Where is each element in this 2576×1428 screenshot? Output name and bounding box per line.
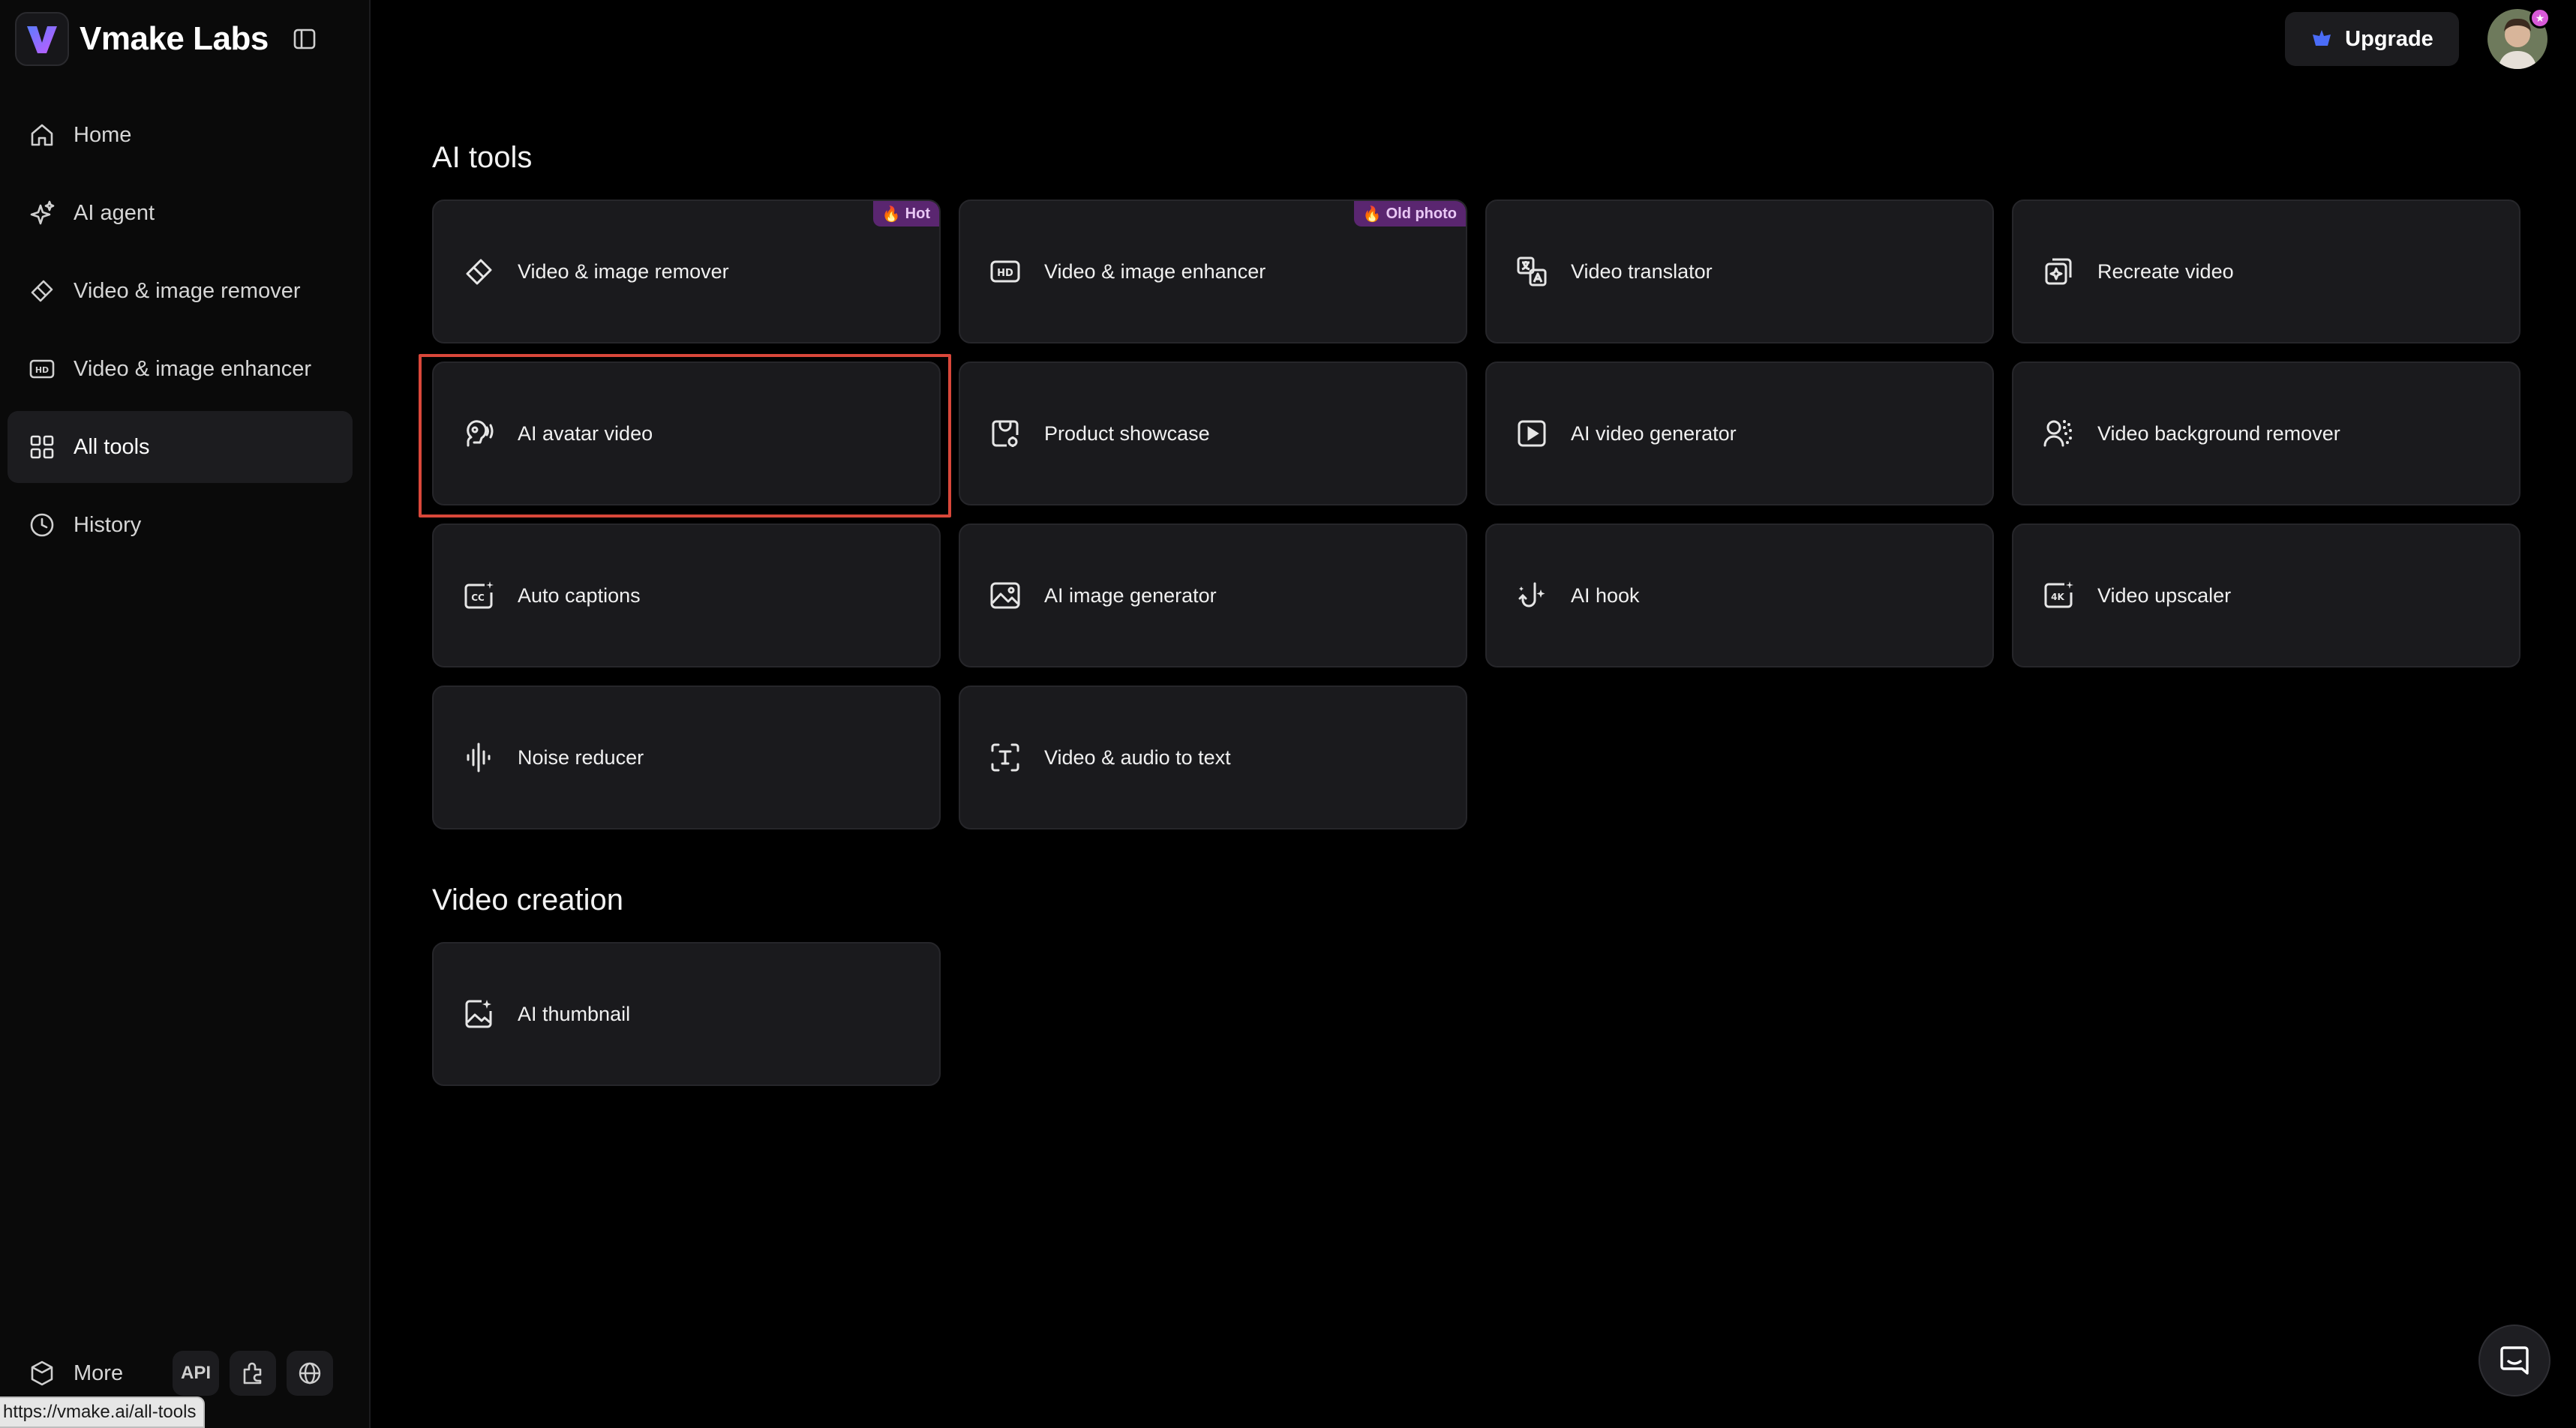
tool-label: Video & image enhancer <box>1044 260 1266 283</box>
tool-label: Video upscaler <box>2097 584 2232 607</box>
tool-label: Video & audio to text <box>1044 746 1231 769</box>
avatar-speak-icon <box>467 420 494 447</box>
tool-card-video-upscaler[interactable]: 4K Video upscaler <box>2012 524 2520 668</box>
svg-text:HD: HD <box>997 268 1013 279</box>
recreate-icon <box>2045 258 2072 285</box>
tool-card-noise-reducer[interactable]: Noise reducer <box>432 686 941 830</box>
sidebar-nav: Home AI agent Video & image remover HD V… <box>8 99 353 567</box>
eraser-icon <box>466 259 492 285</box>
tool-label: AI avatar video <box>518 422 653 445</box>
tool-label: Video translator <box>1571 260 1713 283</box>
language-button[interactable] <box>287 1351 333 1396</box>
upgrade-button[interactable]: Upgrade <box>2285 12 2459 66</box>
sidebar-item-label: Video & image remover <box>74 278 301 303</box>
fire-icon: 🔥 <box>881 206 901 223</box>
svg-text:CC: CC <box>471 592 485 603</box>
tool-card-recreate-video[interactable]: Recreate video <box>2012 200 2520 344</box>
sidebar-item-video-image-enhancer[interactable]: HD Video & image enhancer <box>8 333 353 405</box>
sidebar-item-label: History <box>74 512 142 537</box>
tool-card-video-background-remover[interactable]: Video background remover <box>2012 362 2520 506</box>
product-icon <box>992 420 1019 447</box>
image-icon <box>990 582 1020 609</box>
star-badge-icon: ★ <box>2529 8 2550 28</box>
sidebar-item-video-image-remover[interactable]: Video & image remover <box>8 255 353 327</box>
tool-card-ai-hook[interactable]: AI hook <box>1485 524 1994 668</box>
hd-icon: HD <box>990 260 1020 283</box>
hook-icon <box>1518 582 1545 608</box>
chat-support-button[interactable] <box>2478 1324 2550 1396</box>
hd-icon: HD <box>29 359 55 379</box>
brand-name: Vmake Labs <box>80 20 269 57</box>
play-icon <box>1518 420 1546 447</box>
grid-icon <box>30 435 54 459</box>
sparkle-icon <box>30 200 55 225</box>
sidebar-item-home[interactable]: Home <box>8 99 353 171</box>
sidebar-item-all-tools[interactable]: All tools <box>8 411 353 483</box>
text-scan-icon <box>991 743 1019 772</box>
tool-label: Noise reducer <box>518 746 644 769</box>
sidebar-item-history[interactable]: History <box>8 489 353 561</box>
sidebar-toggle-icon[interactable] <box>290 24 320 54</box>
status-bar-url: https://vmake.ai/all-tools <box>0 1396 206 1428</box>
tool-card-ai-image-generator[interactable]: AI image generator <box>959 524 1467 668</box>
app-window: Vmake Labs Home AI agent Video & image r… <box>0 0 2576 1428</box>
waveform-icon <box>467 742 491 772</box>
tool-card-ai-thumbnail[interactable]: AI thumbnail <box>432 942 941 1086</box>
tool-label: AI video generator <box>1571 422 1737 445</box>
translate-icon <box>1517 256 1547 286</box>
chat-icon <box>2500 1346 2529 1375</box>
sidebar-item-label: Home <box>74 122 132 147</box>
person-bg-icon <box>2043 420 2072 447</box>
tool-label: Auto captions <box>518 584 641 607</box>
sidebar-item-label: All tools <box>74 434 150 459</box>
home-icon <box>31 124 53 146</box>
cc-icon: CC <box>464 581 494 609</box>
more-label: More <box>74 1360 124 1385</box>
sidebar: Vmake Labs Home AI agent Video & image r… <box>0 0 371 1428</box>
section-title-ai-tools: AI tools <box>432 141 533 174</box>
hot-badge: 🔥 Hot <box>872 201 939 226</box>
tool-card-ai-video-generator[interactable]: AI video generator <box>1485 362 1994 506</box>
tool-card-ai-avatar-video[interactable]: AI avatar video <box>432 362 941 506</box>
tool-label: Product showcase <box>1044 422 1210 445</box>
tool-label: Video & image remover <box>518 260 729 283</box>
sidebar-item-label: AI agent <box>74 200 155 225</box>
tool-label: AI image generator <box>1044 584 1217 607</box>
tool-card-auto-captions[interactable]: CC Auto captions <box>432 524 941 668</box>
section-title-video-creation: Video creation <box>432 884 623 916</box>
tool-card-video-image-remover[interactable]: Video & image remover 🔥 Hot <box>432 200 941 344</box>
clock-icon <box>30 513 54 537</box>
eraser-icon <box>31 280 53 302</box>
vmake-logo-icon <box>15 12 69 66</box>
api-button[interactable]: API <box>173 1351 219 1396</box>
svg-text:4K: 4K <box>2051 592 2064 602</box>
globe-icon <box>299 1362 321 1384</box>
tool-label: AI hook <box>1571 584 1640 607</box>
svg-text:HD: HD <box>35 365 49 375</box>
plugin-button[interactable] <box>230 1351 276 1396</box>
tool-card-video-image-enhancer[interactable]: HD Video & image enhancer 🔥 Old photo <box>959 200 1467 344</box>
tool-label: Recreate video <box>2097 260 2234 283</box>
4k-icon: 4K <box>2044 581 2073 608</box>
tool-card-video-audio-to-text[interactable]: Video & audio to text <box>959 686 1467 830</box>
tool-card-video-translator[interactable]: Video translator <box>1485 200 1994 344</box>
sidebar-item-label: Video & image enhancer <box>74 356 312 381</box>
upgrade-label: Upgrade <box>2345 26 2433 51</box>
crown-icon <box>2313 30 2331 46</box>
more-button[interactable]: More <box>8 1360 173 1387</box>
tool-card-product-showcase[interactable]: Product showcase <box>959 362 1467 506</box>
sidebar-footer: More API <box>8 1347 344 1400</box>
plugin-icon <box>243 1362 262 1384</box>
tool-label: AI thumbnail <box>518 1002 631 1025</box>
user-avatar[interactable]: ★ <box>2487 8 2550 69</box>
old-photo-badge: 🔥 Old photo <box>1353 201 1466 226</box>
fire-icon: 🔥 <box>1362 206 1382 223</box>
tool-label: Video background remover <box>2097 422 2340 445</box>
brand[interactable]: Vmake Labs <box>15 12 320 66</box>
cube-icon <box>31 1360 53 1386</box>
sidebar-item-ai-agent[interactable]: AI agent <box>8 177 353 249</box>
thumbnail-icon <box>465 1000 492 1028</box>
